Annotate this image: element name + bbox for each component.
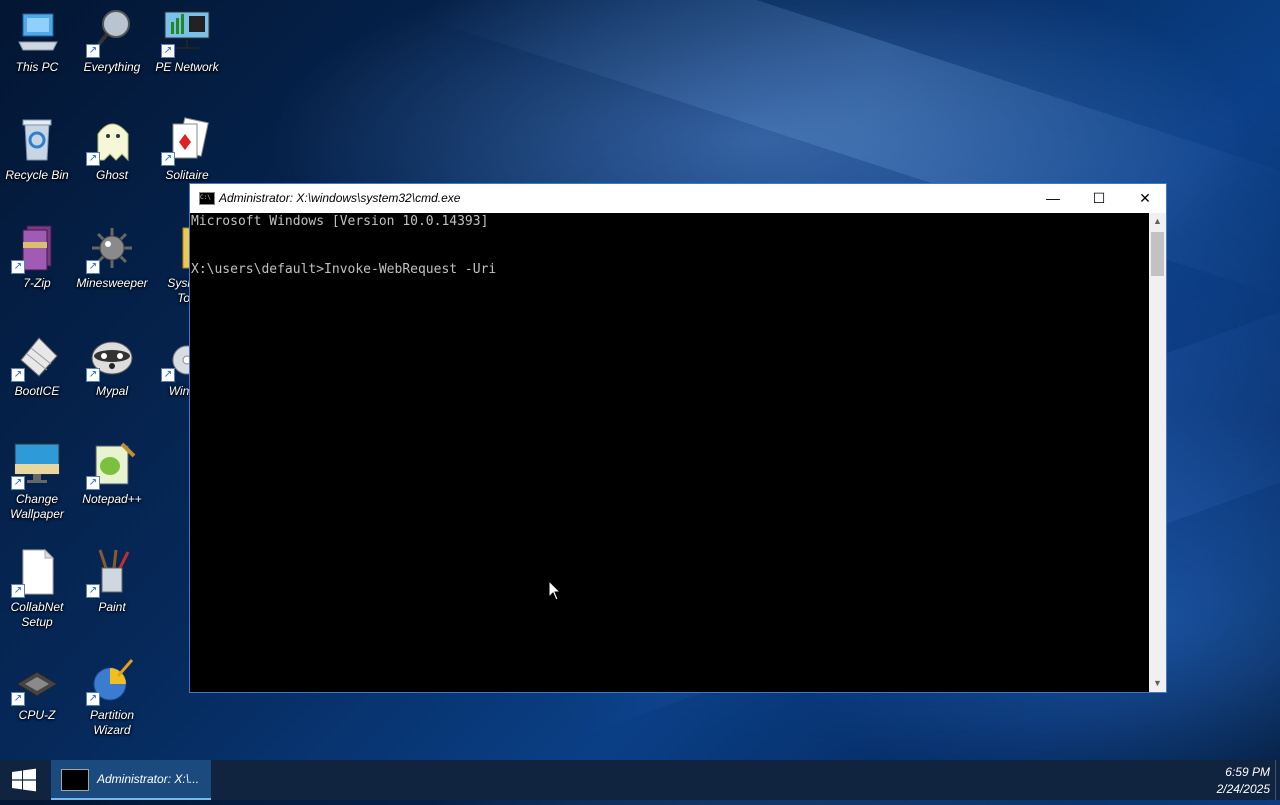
clock-date: 2/24/2025 [1216, 782, 1270, 796]
taskbar-item-cmd[interactable]: Administrator: X:\... [51, 760, 211, 800]
desktop-icon-cpu-z[interactable]: ↗ CPU-Z [0, 656, 74, 723]
window-title: Administrator: X:\windows\system32\cmd.e… [219, 191, 461, 205]
recycle-bin-icon [13, 116, 61, 164]
desktop-icon-recycle-bin[interactable]: Recycle Bin [0, 116, 74, 183]
windows-logo-icon [12, 768, 36, 792]
taskbar: Administrator: X:\... 6:59 PM 2/24/2025 [0, 760, 1280, 800]
desktop-icon-7zip[interactable]: ↗ 7-Zip [0, 224, 74, 291]
desktop-icon-mypal[interactable]: ↗ Mypal [75, 332, 149, 399]
desktop-icon-pe-network[interactable]: ↗ PE Network [150, 8, 224, 75]
shortcut-arrow-icon: ↗ [86, 692, 100, 706]
wallpaper-icon: ↗ [11, 440, 61, 490]
console-prompt-line: X:\users\default>Invoke-WebRequest -Uri [191, 262, 497, 277]
partition-wizard-icon: ↗ [86, 656, 136, 706]
taskbar-item-label: Administrator: X:\... [97, 772, 200, 786]
icon-label-line: Partition [89, 708, 135, 722]
icon-label-line: Wizard [93, 723, 131, 737]
magnifier-icon: ↗ [86, 8, 136, 58]
playing-cards-icon: ↗ [161, 116, 211, 166]
shortcut-arrow-icon: ↗ [86, 152, 100, 166]
desktop-icon-this-pc[interactable]: This PC [0, 8, 74, 75]
shortcut-arrow-icon: ↗ [86, 476, 100, 490]
shortcut-arrow-icon: ↗ [11, 476, 25, 490]
shortcut-arrow-icon: ↗ [11, 692, 25, 706]
shortcut-arrow-icon: ↗ [86, 368, 100, 382]
cmd-window[interactable]: C:\ Administrator: X:\windows\system32\c… [189, 183, 1167, 693]
desktop-icon-everything[interactable]: ↗ Everything [75, 8, 149, 75]
mouse-pointer-icon [548, 580, 562, 601]
desktop-icon-bootice[interactable]: ↗ BootICE [0, 332, 74, 399]
cpu-chip-icon: ↗ [11, 656, 61, 706]
shortcut-arrow-icon: ↗ [161, 152, 175, 166]
ghost-icon: ↗ [86, 116, 136, 166]
network-icon: ↗ [161, 8, 211, 58]
window-titlebar[interactable]: C:\ Administrator: X:\windows\system32\c… [190, 184, 1166, 213]
vertical-scrollbar[interactable]: ▲ ▼ [1149, 213, 1166, 692]
desktop-icon-change-wallpaper[interactable]: ↗ Change Wallpaper [0, 440, 74, 522]
console-line: Microsoft Windows [Version 10.0.14393] [191, 214, 489, 229]
scroll-up-arrow-icon[interactable]: ▲ [1149, 213, 1166, 230]
desktop-icon-partition-wizard[interactable]: ↗ Partition Wizard [75, 656, 149, 738]
shortcut-arrow-icon: ↗ [86, 44, 100, 58]
shortcut-arrow-icon: ↗ [11, 368, 25, 382]
clock-time: 6:59 PM [1225, 765, 1270, 779]
desktop-icon-paint[interactable]: ↗ Paint [75, 548, 149, 615]
notepadpp-icon: ↗ [86, 440, 136, 490]
shortcut-arrow-icon: ↗ [11, 260, 25, 274]
shortcut-arrow-icon: ↗ [161, 368, 175, 382]
archive-icon: ↗ [11, 224, 61, 274]
system-clock[interactable]: 6:59 PM 2/24/2025 [1217, 764, 1270, 798]
close-button[interactable]: ✕ [1122, 184, 1168, 213]
raccoon-icon: ↗ [86, 332, 136, 382]
bootice-icon: ↗ [11, 332, 61, 382]
desktop-icon-ghost[interactable]: ↗ Ghost [75, 116, 149, 183]
icon-label-line: Wallpaper [10, 507, 64, 521]
icon-label-line: Setup [21, 615, 53, 629]
desktop-icon-collabnet-setup[interactable]: ↗ CollabNet Setup [0, 548, 74, 630]
shortcut-arrow-icon: ↗ [86, 584, 100, 598]
desktop-icon-minesweeper[interactable]: ↗ Minesweeper [75, 224, 149, 291]
scrollbar-thumb[interactable] [1151, 232, 1164, 276]
icon-label-line: Change [15, 492, 59, 506]
console-output[interactable]: Microsoft Windows [Version 10.0.14393] X… [190, 213, 1150, 692]
desktop-icon-notepadpp[interactable]: ↗ Notepad++ [75, 440, 149, 507]
maximize-button[interactable]: ☐ [1076, 184, 1122, 213]
show-desktop-button[interactable] [1275, 760, 1280, 800]
minimize-button[interactable]: — [1030, 184, 1076, 213]
computer-icon [13, 8, 61, 56]
paint-brushes-icon: ↗ [86, 548, 136, 598]
shortcut-arrow-icon: ↗ [11, 584, 25, 598]
desktop-icon-solitaire[interactable]: ↗ Solitaire [150, 116, 224, 183]
shortcut-arrow-icon: ↗ [161, 44, 175, 58]
scroll-down-arrow-icon[interactable]: ▼ [1149, 675, 1166, 692]
icon-label-line: CollabNet [10, 600, 64, 614]
cmd-app-icon: C:\ [199, 192, 215, 205]
mine-icon: ↗ [86, 224, 136, 274]
start-button[interactable] [0, 760, 48, 800]
document-icon: ↗ [11, 548, 61, 598]
shortcut-arrow-icon: ↗ [86, 260, 100, 274]
cmd-app-icon [61, 769, 89, 791]
